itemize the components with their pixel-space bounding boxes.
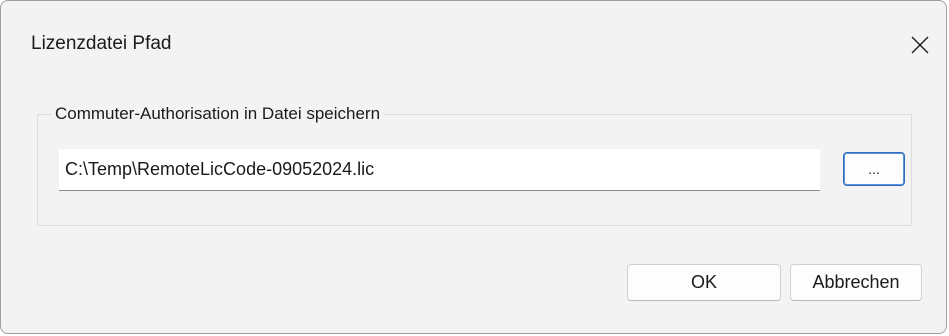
close-icon — [911, 36, 929, 54]
browse-button[interactable]: ... — [843, 152, 905, 186]
close-button[interactable] — [902, 27, 938, 63]
cancel-button[interactable]: Abbrechen — [790, 264, 922, 301]
window-title: Lizenzdatei Pfad — [31, 33, 172, 54]
file-path-input[interactable] — [59, 149, 820, 191]
dialog-window: Lizenzdatei Pfad Commuter-Authorisation … — [0, 0, 947, 334]
group-label: Commuter-Authorisation in Datei speicher… — [51, 103, 385, 125]
title-bar: Lizenzdatei Pfad — [1, 1, 946, 87]
ok-button[interactable]: OK — [627, 264, 781, 301]
